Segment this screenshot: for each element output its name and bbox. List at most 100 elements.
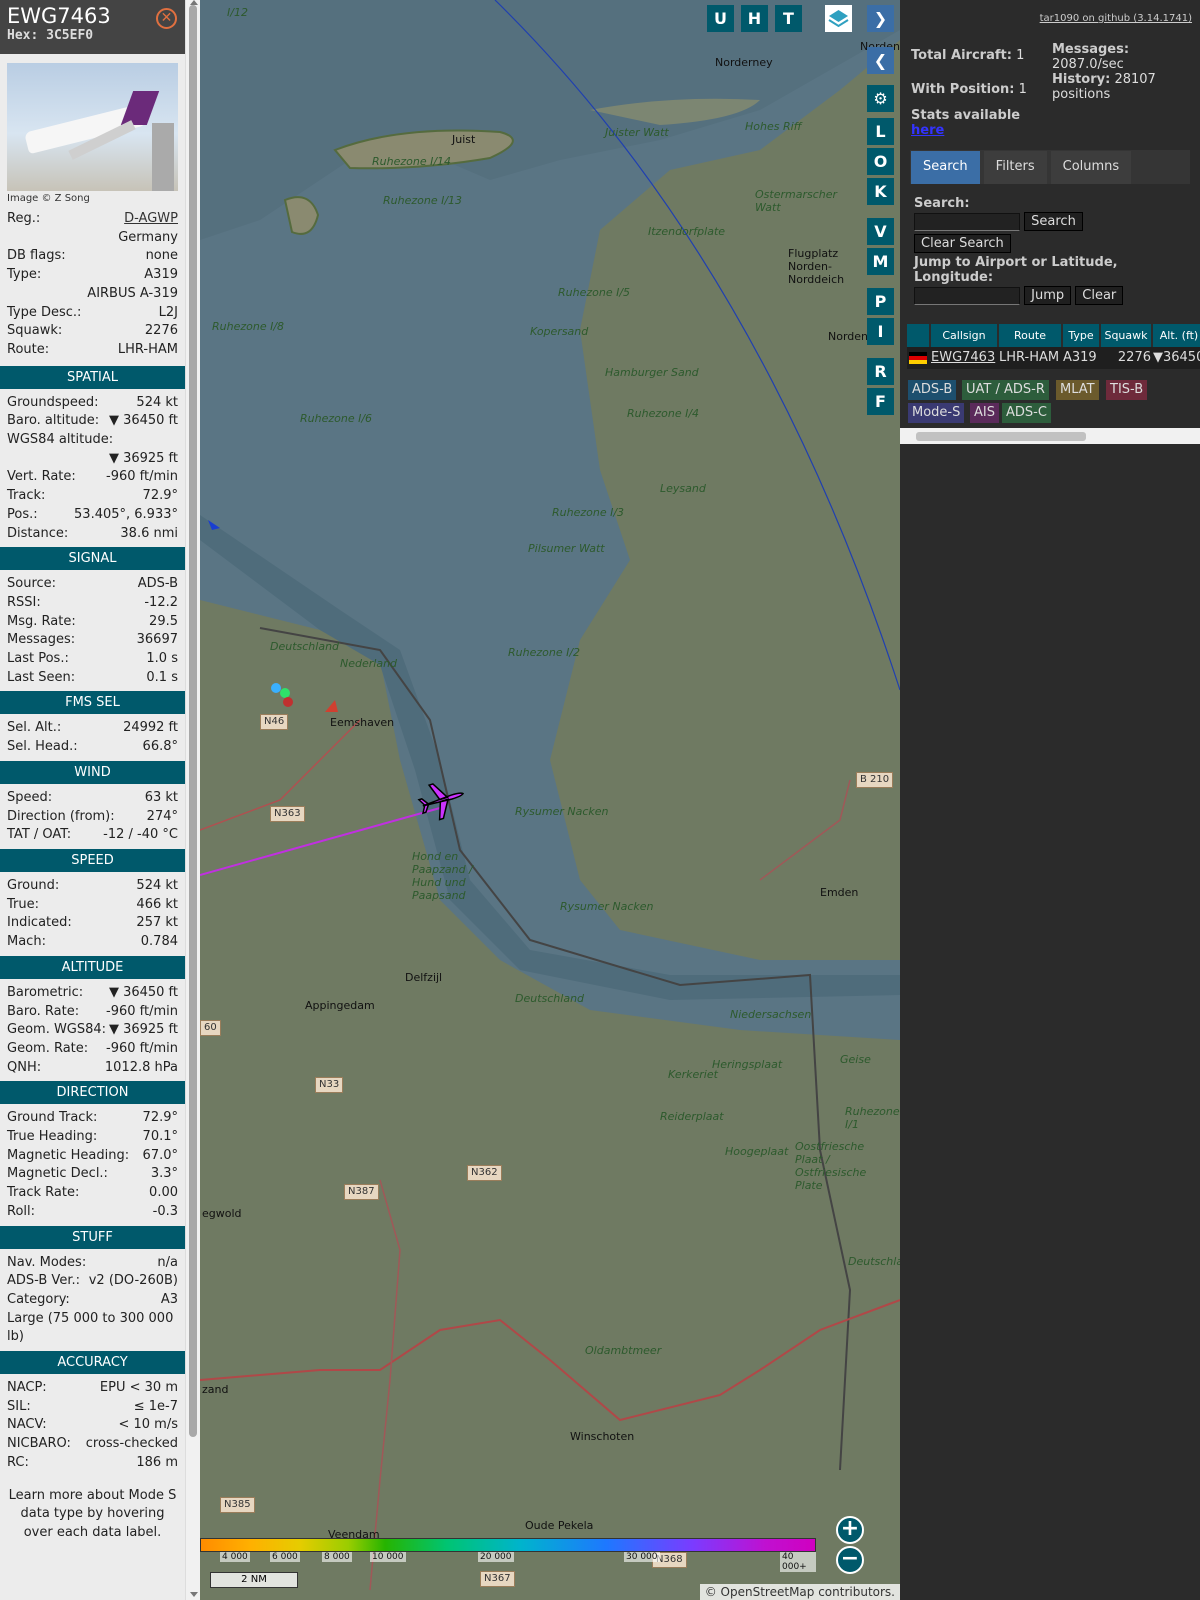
- map-label: Hohes Riff: [745, 120, 802, 133]
- jump-input[interactable]: [914, 286, 1020, 305]
- gear-icon[interactable]: ⚙: [867, 85, 894, 112]
- github-link[interactable]: tar1090 on github (3.14.1741): [1040, 13, 1192, 24]
- toggle-v-button[interactable]: V: [867, 218, 894, 245]
- colorbar-tick-label: 20 000: [478, 1552, 514, 1562]
- map-label: zand: [202, 1383, 229, 1396]
- column-flag[interactable]: [907, 324, 929, 347]
- map-label: Winschoten: [570, 1430, 635, 1443]
- sel-head-value: 66.8°: [142, 739, 178, 755]
- column-callsign[interactable]: Callsign: [931, 324, 997, 347]
- map-label: Ostermarscher Watt: [755, 188, 838, 214]
- toggle-r-button[interactable]: R: [867, 358, 894, 385]
- wgs84-altitude-label: WGS84 altitude:: [7, 432, 114, 448]
- geom-rate-value: -960 ft/min: [106, 1040, 178, 1056]
- toggle-o-button[interactable]: O: [867, 148, 894, 175]
- info-panel-scrollbar[interactable]: [185, 0, 201, 1600]
- total-aircraft-value: 1: [1016, 48, 1025, 63]
- table-row[interactable]: EWG7463 LHR-HAM A319 2276 ▼36450: [907, 347, 1200, 369]
- toggle-m-button[interactable]: M: [867, 248, 894, 275]
- section-spatial: SPATIAL: [0, 365, 185, 389]
- jump-button[interactable]: Jump: [1024, 286, 1072, 305]
- stats-label: Stats available: [911, 108, 1021, 123]
- layers-icon[interactable]: [825, 5, 852, 32]
- ground-label: Ground:: [7, 877, 60, 893]
- info-row: Last Pos.: 1.0 s: [0, 650, 185, 669]
- reg-value[interactable]: D-AGWP: [124, 210, 178, 229]
- toggle-t-button[interactable]: T: [775, 5, 802, 32]
- info-row: NICBARO: cross-checked: [0, 1435, 185, 1454]
- hex-code: Hex: 3C5EF0: [7, 28, 94, 43]
- route-value: LHR-HAM: [117, 341, 178, 357]
- toggle-f-button[interactable]: F: [867, 388, 894, 415]
- search-input[interactable]: [914, 212, 1020, 231]
- info-row: TAT / OAT: -12 / -40 °C: [0, 826, 185, 845]
- zoom-out-icon[interactable]: −: [836, 1546, 864, 1574]
- map-label: Flugplatz Norden-Norddeich: [788, 247, 845, 286]
- zoom-in-icon[interactable]: +: [836, 1516, 864, 1544]
- map-label: Ruhezone I/3: [552, 506, 625, 519]
- chevron-right-icon[interactable]: ❯: [867, 5, 894, 32]
- last-seen-value: 0.1 s: [146, 669, 178, 685]
- sel-alt-label: Sel. Alt.:: [7, 720, 62, 736]
- chevron-left-icon[interactable]: ❮: [867, 47, 894, 74]
- info-row: Germany: [0, 229, 185, 248]
- column-route[interactable]: Route: [999, 324, 1061, 347]
- stats-link[interactable]: here: [911, 123, 944, 138]
- last-seen-label: Last Seen:: [7, 669, 76, 685]
- map-attribution[interactable]: © OpenStreetMap contributors.: [699, 1584, 900, 1600]
- map-view[interactable]: I/12 Norderney Juist Juister Watt Ruhezone I…: [200, 0, 900, 1600]
- table-horizontal-scrollbar[interactable]: [900, 428, 1200, 444]
- jump-label: Jump to Airport or Latitude, Longitude:: [914, 255, 1118, 285]
- source-value: ADS-B: [137, 576, 178, 592]
- colorbar-tick-label: 4 000: [220, 1552, 250, 1562]
- info-row: Large (75 000 to 300 000 lb): [0, 1310, 185, 1347]
- toggle-k-button[interactable]: K: [867, 178, 894, 205]
- direction-from-value: 274°: [146, 808, 178, 824]
- column-type[interactable]: Type: [1063, 324, 1099, 347]
- info-row: Sel. Head.: 66.8°: [0, 738, 185, 757]
- map-label: Nederland: [340, 657, 398, 670]
- toggle-h-button[interactable]: H: [741, 5, 768, 32]
- info-row: DB flags: none: [0, 247, 185, 266]
- map-label: Norderney: [715, 56, 773, 69]
- column-altitude[interactable]: Alt. (ft): [1153, 324, 1200, 347]
- row-route: LHR-HAM: [999, 350, 1060, 365]
- barometric-value: ▼ 36450 ft: [108, 984, 178, 1000]
- barometric-label: Barometric:: [7, 984, 84, 1000]
- row-callsign[interactable]: EWG7463: [931, 347, 997, 369]
- speed-value: 63 kt: [144, 789, 178, 805]
- info-row: Vert. Rate: -960 ft/min: [0, 468, 185, 487]
- map-label: Oostfriesche Plaat / Ostfriesische Plate: [795, 1140, 867, 1192]
- close-icon[interactable]: ✕: [156, 8, 177, 29]
- type-desc-value: L2J: [158, 304, 178, 320]
- info-row: Magnetic Heading: 67.0°: [0, 1147, 185, 1166]
- aircraft-photo[interactable]: [7, 63, 178, 191]
- map-label: Deutschland: [270, 640, 340, 653]
- rssi-label: RSSI:: [7, 594, 41, 610]
- tab-columns[interactable]: Columns: [1050, 151, 1132, 184]
- info-row: Msg. Rate: 29.5: [0, 613, 185, 632]
- toggle-l-button[interactable]: L: [867, 118, 894, 145]
- section-accuracy: ACCURACY: [0, 1351, 185, 1375]
- tab-filters[interactable]: Filters: [983, 151, 1047, 184]
- info-row: Groundspeed: 524 kt: [0, 394, 185, 413]
- info-row: SIL: ≤ 1e-7: [0, 1398, 185, 1417]
- clear-search-button[interactable]: Clear Search: [914, 234, 1011, 253]
- magnetic-heading-label: Magnetic Heading:: [7, 1147, 130, 1163]
- tab-search[interactable]: Search: [911, 151, 980, 184]
- clear-button[interactable]: Clear: [1075, 286, 1124, 305]
- true-value: 466 kt: [136, 896, 178, 912]
- toggle-p-button[interactable]: P: [867, 288, 894, 315]
- info-row: Messages: 36697: [0, 631, 185, 650]
- category-value: A3: [160, 1291, 178, 1307]
- ground-track-label: Ground Track:: [7, 1110, 98, 1126]
- toggle-i-button[interactable]: I: [867, 318, 894, 345]
- nicbaro-value: cross-checked: [85, 1436, 178, 1452]
- type-desc-label: Type Desc.:: [7, 304, 82, 320]
- with-position-value: 1: [1018, 82, 1027, 97]
- column-squawk[interactable]: Squawk: [1101, 324, 1151, 347]
- info-row: Geom. Rate: -960 ft/min: [0, 1040, 185, 1059]
- search-button[interactable]: Search: [1024, 212, 1083, 231]
- toggle-u-button[interactable]: U: [707, 5, 734, 32]
- info-row: NACP: EPU < 30 m: [0, 1379, 185, 1398]
